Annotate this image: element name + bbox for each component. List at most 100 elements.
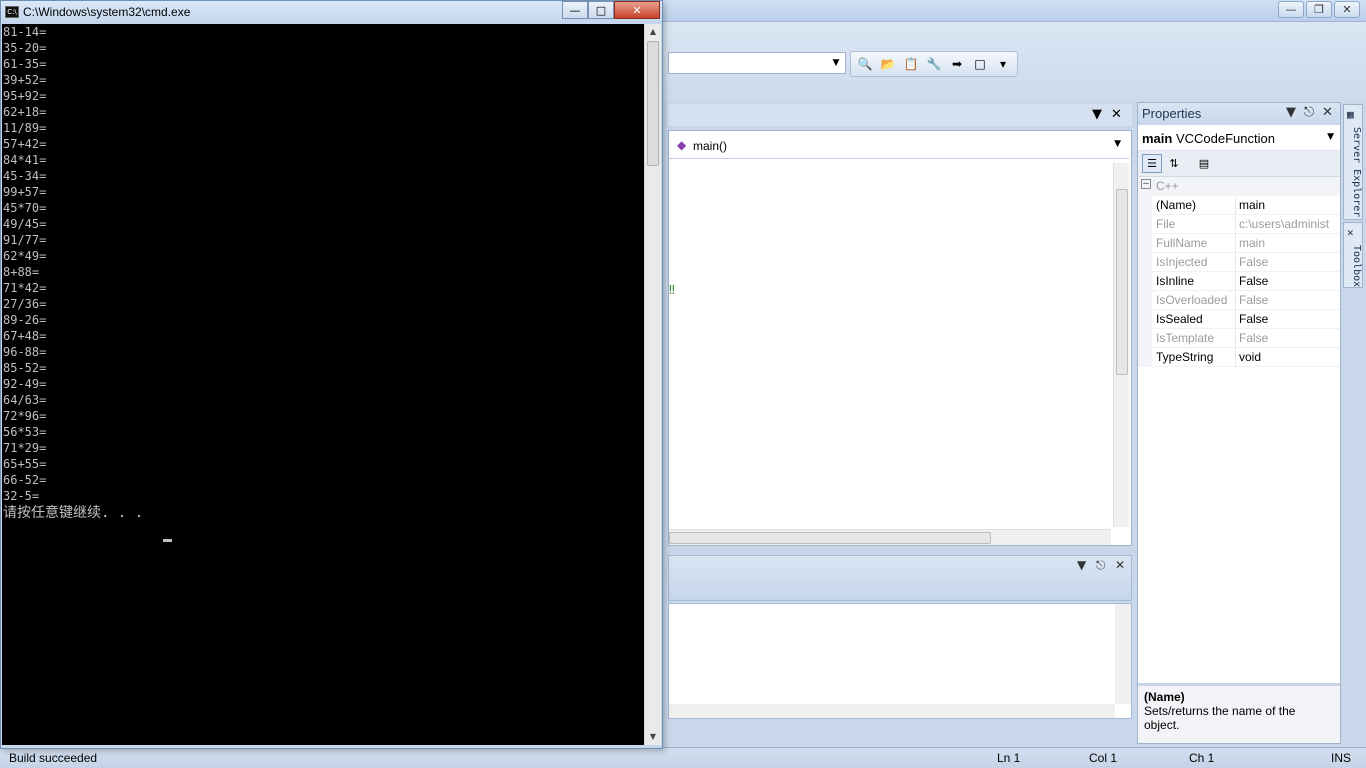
- property-value[interactable]: c:\users\administ: [1239, 217, 1339, 231]
- close-icon[interactable]: ✕: [614, 1, 660, 19]
- maximize-icon[interactable]: □: [588, 1, 614, 19]
- command-window-icon[interactable]: □: [970, 55, 990, 73]
- toolbar-options-icon[interactable]: ▾: [993, 55, 1013, 73]
- properties-window-icon[interactable]: 📋: [901, 55, 921, 73]
- toolbox-icon: ✕: [1347, 226, 1354, 239]
- console-line: 96-88=: [3, 345, 47, 359]
- property-value[interactable]: main: [1239, 236, 1339, 250]
- property-value[interactable]: False: [1239, 293, 1339, 307]
- pin-icon[interactable]: ⎋: [1096, 558, 1106, 573]
- collapse-icon[interactable]: –: [1141, 179, 1151, 189]
- console-line: 35-20=: [3, 41, 47, 55]
- scroll-thumb[interactable]: [1116, 189, 1128, 375]
- row-gutter: [1138, 272, 1152, 291]
- editor-tab-strip: ▼ ✕: [668, 104, 1132, 126]
- property-pages-icon[interactable]: ▤: [1194, 154, 1214, 173]
- scroll-up-icon[interactable]: ▲: [645, 24, 661, 40]
- property-value[interactable]: False: [1239, 331, 1339, 345]
- window-position-icon[interactable]: ▼: [1077, 558, 1086, 572]
- window-position-icon[interactable]: ▼: [1286, 105, 1296, 120]
- editor-vertical-scrollbar[interactable]: [1113, 163, 1129, 527]
- categorized-icon[interactable]: ☰: [1142, 154, 1162, 173]
- property-row[interactable]: (Name) main: [1138, 196, 1340, 215]
- category-header[interactable]: – C++: [1138, 177, 1340, 196]
- row-gutter: [1138, 215, 1152, 234]
- text-cursor: [163, 539, 172, 542]
- property-value[interactable]: False: [1239, 255, 1339, 269]
- property-description: (Name) Sets/returns the name of the obje…: [1138, 683, 1340, 743]
- property-row[interactable]: IsSealed False: [1138, 310, 1340, 329]
- status-char: Ch 1: [1189, 751, 1215, 765]
- server-explorer-tab[interactable]: ▦ Server Explorer: [1343, 104, 1363, 220]
- console-line: 92-49=: [3, 377, 47, 391]
- code-text-area[interactable]: ‼: [669, 161, 1111, 527]
- property-row[interactable]: File c:\users\administ: [1138, 215, 1340, 234]
- find-in-files-icon[interactable]: 🔍: [855, 55, 875, 73]
- solution-explorer-icon[interactable]: 📂: [878, 55, 898, 73]
- console-output[interactable]: 81-14= 35-20= 61-35= 39+52= 95+92= 62+18= 11/8…: [2, 24, 644, 745]
- toolbox-icon[interactable]: 🔧: [924, 55, 944, 73]
- chevron-down-icon: ▼: [1114, 139, 1121, 149]
- close-panel-icon[interactable]: ✕: [1322, 105, 1333, 120]
- pin-icon[interactable]: ⎋: [1304, 105, 1314, 120]
- start-page-icon[interactable]: ➡: [947, 55, 967, 73]
- console-line: 99+57=: [3, 185, 47, 199]
- press-any-key-prompt: 请按任意键继续. . .: [3, 505, 152, 521]
- alphabetical-sort-icon[interactable]: ⇅: [1164, 154, 1184, 173]
- chevron-down-icon: ▼: [832, 58, 840, 68]
- column-separator: [1235, 272, 1236, 291]
- console-vertical-scrollbar[interactable]: ▲ ▼: [644, 24, 661, 745]
- property-row[interactable]: TypeString void: [1138, 348, 1340, 367]
- column-separator: [1235, 291, 1236, 310]
- property-row[interactable]: IsInline False: [1138, 272, 1340, 291]
- console-line: 56*53=: [3, 425, 47, 439]
- property-row[interactable]: FullName main: [1138, 234, 1340, 253]
- close-panel-icon[interactable]: ✕: [1115, 558, 1125, 572]
- solution-config-combo[interactable]: ▼: [668, 52, 846, 74]
- category-label: C++: [1156, 179, 1179, 193]
- property-name: File: [1156, 217, 1176, 231]
- property-value[interactable]: False: [1239, 274, 1339, 288]
- properties-toolbar: ☰ ⇅ ▤: [1138, 151, 1340, 177]
- ide-window-controls: — ❐ ✕: [1278, 1, 1360, 18]
- editor-horizontal-scrollbar[interactable]: [669, 529, 1111, 545]
- output-vertical-scrollbar[interactable]: [1115, 604, 1131, 704]
- tab-dropdown-icon[interactable]: ▼: [1092, 107, 1102, 122]
- console-line: 71*42=: [3, 281, 47, 295]
- close-document-icon[interactable]: ✕: [1111, 107, 1122, 122]
- console-icon: C:\: [5, 6, 19, 18]
- console-line: 45-34=: [3, 169, 47, 183]
- restore-icon[interactable]: ❐: [1306, 1, 1332, 18]
- member-dropdown-value: main(): [693, 139, 728, 153]
- minimize-icon[interactable]: —: [562, 1, 588, 19]
- property-value[interactable]: False: [1239, 312, 1339, 326]
- output-horizontal-scrollbar[interactable]: [669, 704, 1115, 718]
- property-value[interactable]: main: [1239, 198, 1339, 212]
- toolbox-tab[interactable]: ✕ Toolbox: [1343, 222, 1363, 288]
- console-line: 81-14=: [3, 25, 47, 39]
- status-bar: Build succeeded Ln 1 Col 1 Ch 1 INS: [0, 747, 1366, 768]
- status-insert-mode: INS: [1331, 751, 1352, 765]
- property-row[interactable]: IsTemplate False: [1138, 329, 1340, 348]
- console-line: 66-52=: [3, 473, 47, 487]
- console-line: 71*29=: [3, 441, 47, 455]
- property-value[interactable]: void: [1239, 350, 1339, 364]
- close-icon[interactable]: ✕: [1334, 1, 1360, 18]
- property-row[interactable]: IsInjected False: [1138, 253, 1340, 272]
- side-tab-strip: ▦ Server Explorer ✕ Toolbox: [1343, 104, 1363, 304]
- property-name: IsSealed: [1156, 312, 1203, 326]
- property-grid: (Name) main File c:\users\administ FullName m…: [1138, 196, 1340, 367]
- function-icon: ◆: [677, 138, 687, 152]
- property-row[interactable]: IsOverloaded False: [1138, 291, 1340, 310]
- scroll-thumb[interactable]: [647, 41, 659, 166]
- output-panel[interactable]: [668, 603, 1132, 719]
- scroll-thumb[interactable]: [669, 532, 991, 544]
- properties-title-bar: Properties ▼ ⎋ ✕: [1138, 103, 1340, 125]
- row-gutter: [1138, 329, 1152, 348]
- object-selector[interactable]: main VCCodeFunction ▼: [1138, 125, 1340, 151]
- minimize-icon[interactable]: —: [1278, 1, 1304, 18]
- console-line: 67+48=: [3, 329, 47, 343]
- member-dropdown[interactable]: ◆ main() ▼: [669, 133, 1129, 159]
- scroll-down-icon[interactable]: ▼: [645, 729, 661, 745]
- cmd-title-bar[interactable]: C:\ C:\Windows\system32\cmd.exe — □ ✕: [1, 1, 662, 23]
